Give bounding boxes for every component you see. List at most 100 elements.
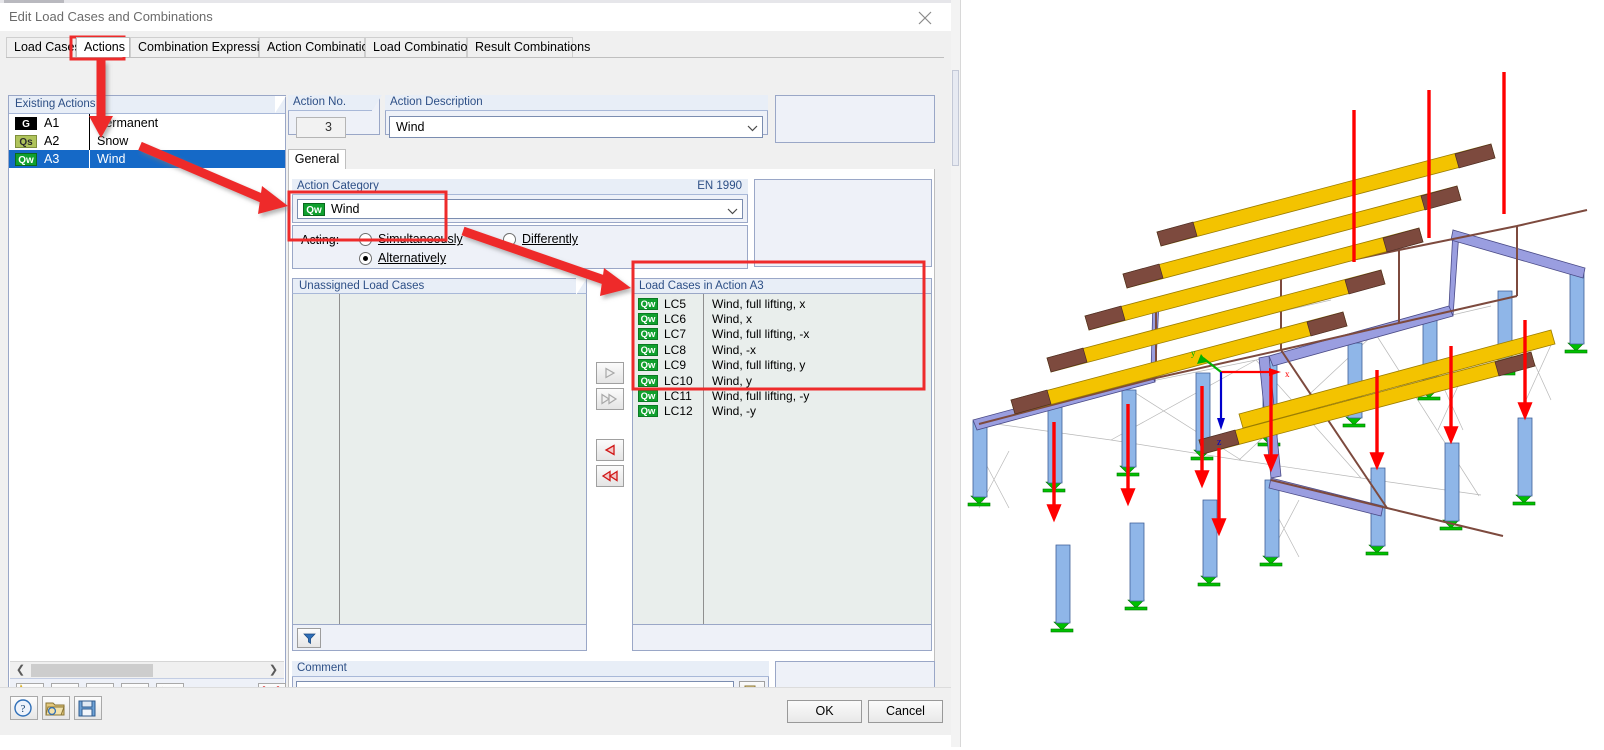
ok-button[interactable]: OK [787,700,862,723]
list-item[interactable]: Qw LC5 Wind, full lifting, x [633,296,931,311]
model-viewport[interactable]: x y z [951,0,1604,747]
svg-text:?: ? [21,703,26,715]
edit-load-cases-dialog: Edit Load Cases and Combinations Load Ca… [0,0,951,735]
load-case-id: LC11 [664,389,692,404]
assign-one-button[interactable] [596,362,624,384]
funnel-filter-icon [302,633,316,644]
radio-alternatively-label[interactable]: Alternatively [378,251,446,265]
scrollbar-thumb[interactable] [31,664,153,677]
load-case-id: LC12 [664,404,693,419]
chevron-down-icon[interactable] [743,118,761,138]
radio-simultaneously[interactable] [359,233,372,246]
arrow-double-right-icon [601,393,618,405]
action-info-panel [775,95,935,143]
list-item[interactable]: Qw LC7 Wind, full lifting, -x [633,327,931,342]
action-category-combo[interactable]: Qw Wind [297,199,743,219]
table-row[interactable]: Qs A2 Snow [9,132,285,150]
viewport-left-gutter [951,0,961,747]
chevron-down-icon[interactable] [723,201,741,221]
open-folder-icon [45,702,65,716]
table-row-selected[interactable]: Qw A3 Wind [9,150,285,168]
dialog-titlebar: Edit Load Cases and Combinations [0,3,951,31]
action-category-badge: Qs [15,134,37,148]
action-no-value: 3 [296,117,346,138]
existing-actions-list[interactable]: G A1 Permanent Qs A2 Snow Qw A3 Wind [9,114,285,661]
table-row[interactable]: G A1 Permanent [9,114,285,132]
tab-general[interactable]: General [288,149,346,169]
action-no-group: Action No. 3 [288,95,382,138]
load-case-description: Wind, full lifting, -y [712,389,810,404]
dialog-body: Load Cases Actions Combination Expressio… [0,31,951,735]
load-case-description: Wind, x [712,312,753,327]
radio-differently[interactable] [503,233,516,246]
assigned-load-cases-panel: Load Cases in Action A3 Qw LC5 Wind, full … [632,278,932,651]
action-description-input[interactable]: Wind [389,116,763,138]
tab-load-cases[interactable]: Load Cases [6,37,81,57]
action-category-label: Action Category EN 1990 [292,179,748,195]
existing-actions-panel: Existing Actions G A1 Permanent Qs A2 Snow [8,95,286,715]
load-case-id: LC6 [664,312,687,327]
unassigned-load-cases-toolbar [292,625,587,651]
unassign-all-button[interactable] [596,465,624,487]
arrow-right-icon [605,367,616,379]
assigned-load-cases-list[interactable]: Qw LC5 Wind, full lifting, x Qw LC6 Wind, x … [632,294,932,625]
axis-x-label: x [1285,369,1290,379]
list-item[interactable]: Qw LC10 Wind, y [633,373,931,388]
list-item[interactable]: Qw LC12 Wind, -y [633,404,931,419]
list-item[interactable]: Qw LC11 Wind, full lifting, -y [633,388,931,403]
floppy-save-icon [78,700,96,717]
load-case-badge: Qw [638,313,658,326]
load-case-description: Wind, y [712,373,753,388]
tab-action-combinations[interactable]: Action Combinations [259,37,382,57]
help-button[interactable]: ? [10,696,38,720]
action-category-value: Wind [331,202,360,216]
action-no-label: Action No. [288,95,382,111]
acting-label: Acting: [301,233,340,247]
action-description-label: Action Description [385,95,768,111]
design-standard-label: EN 1990 [697,180,742,192]
action-description-cell: Snow [97,134,129,148]
list-item[interactable]: Qw LC8 Wind, -x [633,342,931,357]
dialog-title: Edit Load Cases and Combinations [9,9,213,24]
action-category-badge: G [15,116,37,130]
load-case-badge: Qw [638,405,658,418]
filter-button[interactable] [297,628,321,648]
radio-alternatively[interactable] [359,252,372,265]
action-description-cell: Wind [97,152,126,166]
question-mark-icon: ? [14,699,32,717]
chevron-right-icon[interactable]: ❯ [265,662,282,679]
action-description-cell: Permanent [97,116,159,130]
save-button[interactable] [74,696,102,720]
tab-actions[interactable]: Actions [76,37,130,57]
cancel-button[interactable]: Cancel [868,700,943,723]
load-case-badge: Qw [638,374,658,387]
tab-underline [6,57,944,58]
comment-label: Comment [292,661,769,677]
tab-load-combinations[interactable]: Load Combinations [365,37,481,57]
close-icon[interactable] [905,5,945,29]
existing-actions-header: Existing Actions [9,96,286,114]
load-case-id: LC9 [664,358,687,373]
arrow-left-icon [604,444,615,456]
viewport-side-tab[interactable] [952,70,959,166]
unassign-one-button[interactable] [596,439,624,461]
chevron-left-icon[interactable]: ❮ [12,662,29,679]
unassigned-load-cases-list[interactable] [292,294,587,625]
radio-simultaneously-label[interactable]: Simultaneously [378,232,463,246]
load-case-description: Wind, -x [712,342,757,357]
assign-all-button[interactable] [596,388,624,410]
tab-result-combinations[interactable]: Result Combinations [467,37,590,57]
assigned-load-cases-toolbar [632,625,932,651]
list-item[interactable]: Qw LC9 Wind, full lifting, y [633,358,931,373]
unassigned-load-cases-header: Unassigned Load Cases [292,278,587,295]
axis-z-label: z [1217,437,1222,448]
action-category-badge: Qw [303,202,325,216]
horizontal-scrollbar[interactable]: ❮ ❯ [10,661,284,679]
tab-combination-expressions[interactable]: Combination Expressions [130,37,280,57]
list-item[interactable]: Qw LC6 Wind, x [633,311,931,326]
load-case-description: Wind, full lifting, -x [712,327,810,342]
radio-differently-label[interactable]: Differently [522,232,578,246]
load-case-description: Wind, full lifting, x [712,296,806,311]
action-category-info-panel [754,179,932,267]
open-button[interactable] [42,696,70,720]
